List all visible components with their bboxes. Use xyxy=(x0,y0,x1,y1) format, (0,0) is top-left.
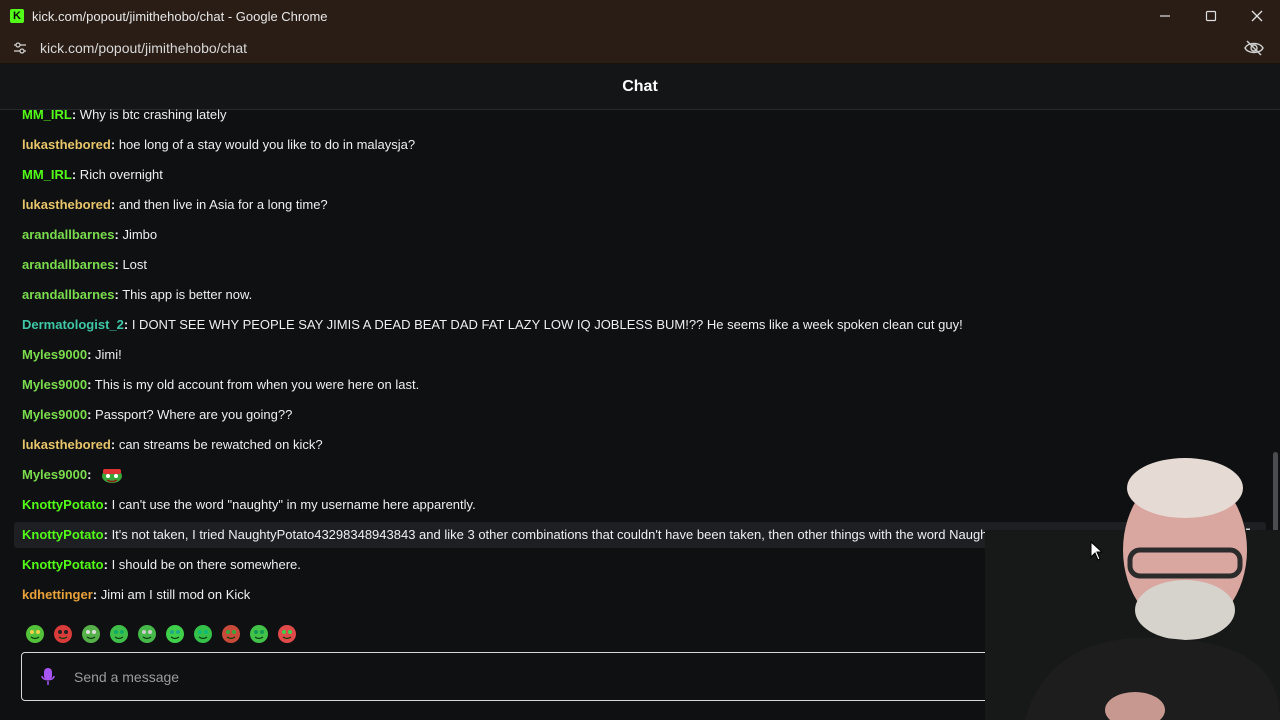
maximize-button[interactable] xyxy=(1188,0,1234,32)
chat-message-text: Passport? Where are you going?? xyxy=(91,407,293,422)
url-text[interactable]: kick.com/popout/jimithehobo/chat xyxy=(40,40,247,56)
eye-off-icon[interactable] xyxy=(1244,39,1264,57)
chat-username[interactable]: Myles9000 xyxy=(22,464,87,486)
chat-message[interactable]: Myles9000: Jimi! xyxy=(22,344,122,366)
goggles-emote[interactable] xyxy=(80,622,102,644)
window-controls xyxy=(1142,0,1280,32)
chat-message[interactable]: Myles9000: xyxy=(22,464,123,486)
chat-username[interactable]: KnottyPotato xyxy=(22,522,104,548)
happy-emote[interactable] xyxy=(248,622,270,644)
chat-message-text: I DONT SEE WHY PEOPLE SAY JIMIS A DEAD B… xyxy=(128,317,963,332)
chat-message[interactable]: lukasthebored: can streams be rewatched … xyxy=(22,434,323,456)
chat-message[interactable]: arandallbarnes: This app is better now. xyxy=(22,284,252,306)
chat-message-text: This app is better now. xyxy=(118,287,253,302)
chat-message[interactable]: Myles9000: Passport? Where are you going… xyxy=(22,404,292,426)
chat-username[interactable]: MM_IRL xyxy=(22,104,72,126)
site-info-button[interactable] xyxy=(12,40,28,56)
smile-emote[interactable] xyxy=(108,622,130,644)
close-icon xyxy=(1251,10,1263,22)
chat-username[interactable]: Myles9000 xyxy=(22,404,87,426)
webcam-overlay xyxy=(985,458,1280,720)
pepe-emote xyxy=(102,469,123,483)
chat-username[interactable]: arandallbarnes xyxy=(22,284,115,306)
minimize-icon xyxy=(1160,15,1170,17)
chat-input[interactable]: Send a message xyxy=(21,652,1021,701)
chat-message-text: Jimi! xyxy=(91,347,122,362)
chat-username[interactable]: arandallbarnes xyxy=(22,224,115,246)
chat-message-text: It's not taken, I tried NaughtyPotato432… xyxy=(107,527,998,542)
chat-message-text: and then live in Asia for a long time? xyxy=(115,197,328,212)
chat-username[interactable]: arandallbarnes xyxy=(22,254,115,276)
chat-message-text: I should be on there somewhere. xyxy=(107,557,301,572)
chat-message[interactable]: KnottyPotato: I can't use the word "naug… xyxy=(22,494,476,516)
chat-message-text: Jimi am I still mod on Kick xyxy=(97,587,251,602)
hat-emote[interactable] xyxy=(220,622,242,644)
chat-message[interactable]: Myles9000: This is my old account from w… xyxy=(22,374,419,396)
chat-message[interactable]: arandallbarnes: Jimbo xyxy=(22,224,157,246)
blob-emote[interactable] xyxy=(192,622,214,644)
chat-message-text: can streams be rewatched on kick? xyxy=(115,437,323,452)
chat-message-text: I can't use the word "naughty" in my use… xyxy=(107,497,476,512)
kick-favicon-icon: K xyxy=(10,9,24,23)
chat-message-text: Why is btc crashing lately xyxy=(76,107,227,122)
chat-message-text: Jimbo xyxy=(118,227,158,242)
chat-username[interactable]: lukasthebored xyxy=(22,194,111,216)
chat-title: Chat xyxy=(622,77,658,95)
chat-message-text: This is my old account from when you wer… xyxy=(91,377,420,392)
close-button[interactable] xyxy=(1234,0,1280,32)
chat-message[interactable]: KnottyPotato: I should be on there somew… xyxy=(22,554,301,576)
chat-message[interactable]: MM_IRL: Why is btc crashing lately xyxy=(22,104,226,126)
jester-emote[interactable] xyxy=(136,622,158,644)
tune-icon xyxy=(14,41,26,54)
chat-message-text: Lost xyxy=(118,257,148,272)
chat-username[interactable]: KnottyPotato xyxy=(22,494,104,516)
red-emote[interactable] xyxy=(52,622,74,644)
mouse-cursor-icon xyxy=(1090,541,1104,561)
chat-username[interactable]: Myles9000 xyxy=(22,374,87,396)
mic-icon[interactable] xyxy=(40,667,56,687)
maximize-icon xyxy=(1205,10,1217,22)
angel-emote[interactable] xyxy=(24,622,46,644)
chat-username[interactable]: Myles9000 xyxy=(22,344,87,366)
address-bar: kick.com/popout/jimithehobo/chat xyxy=(0,32,1280,64)
chat-username[interactable]: lukasthebored xyxy=(22,134,111,156)
window-title: kick.com/popout/jimithehobo/chat - Googl… xyxy=(32,8,328,24)
grin-emote[interactable] xyxy=(164,622,186,644)
chat-message[interactable]: MM_IRL: Rich overnight xyxy=(22,164,163,186)
chat-username[interactable]: lukasthebored xyxy=(22,434,111,456)
chat-input-placeholder: Send a message xyxy=(74,668,180,685)
chat-message-text: hoe long of a stay would you like to do … xyxy=(115,137,416,152)
chat-message[interactable]: kdhettinger: Jimi am I still mod on Kick xyxy=(22,584,250,606)
chat-message[interactable]: lukasthebored: and then live in Asia for… xyxy=(22,194,328,216)
browser-titlebar: K kick.com/popout/jimithehobo/chat - Goo… xyxy=(0,0,1280,32)
chat-message[interactable]: lukasthebored: hoe long of a stay would … xyxy=(22,134,415,156)
heart-emote[interactable] xyxy=(276,622,298,644)
minimize-button[interactable] xyxy=(1142,0,1188,32)
chat-message[interactable]: Dermatologist_2: I DONT SEE WHY PEOPLE S… xyxy=(22,314,963,336)
chat-message[interactable]: arandallbarnes: Lost xyxy=(22,254,147,276)
chat-username[interactable]: KnottyPotato xyxy=(22,554,104,576)
chat-username[interactable]: kdhettinger xyxy=(22,584,93,606)
chat-message-text: Rich overnight xyxy=(76,167,163,182)
chat-username[interactable]: MM_IRL xyxy=(22,164,72,186)
chat-message-text xyxy=(91,464,95,486)
emote-bar xyxy=(24,622,298,644)
chat-username[interactable]: Dermatologist_2 xyxy=(22,314,124,336)
